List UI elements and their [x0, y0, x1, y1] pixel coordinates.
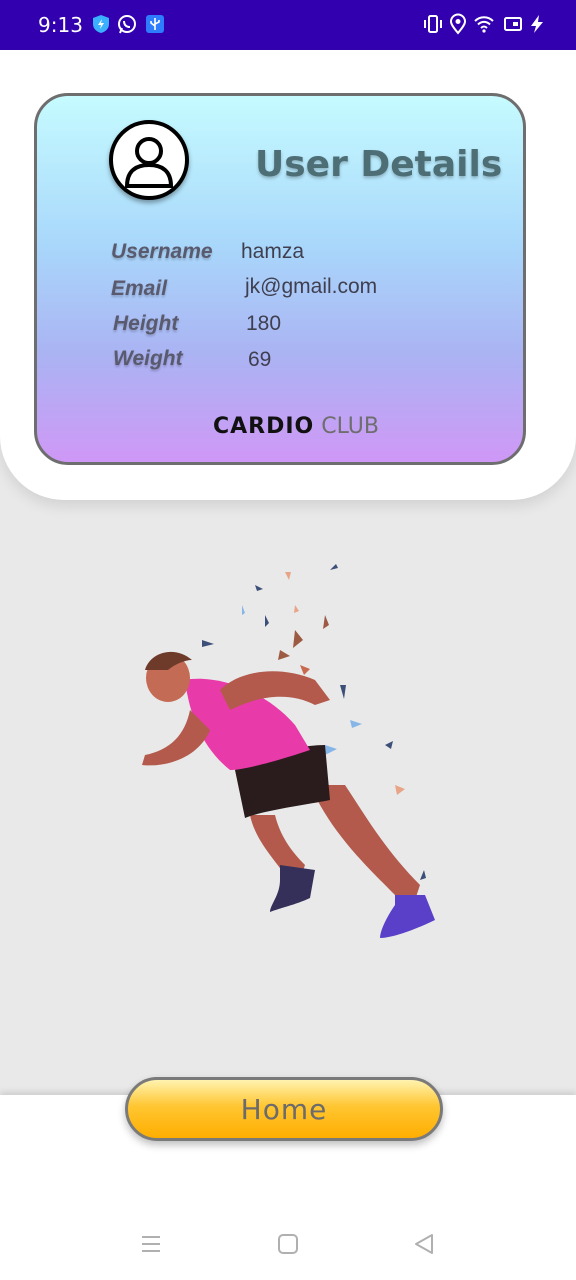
username-label: Username	[111, 240, 213, 263]
brand-logo: CARDIO CLUB	[213, 414, 379, 439]
vibrate-icon	[424, 15, 442, 33]
runner-illustration	[142, 564, 435, 938]
status-time: 9:13	[38, 13, 83, 37]
weight-label: Weight	[113, 347, 183, 370]
home-nav-icon[interactable]	[277, 1233, 299, 1255]
brand-light: CLUB	[321, 414, 379, 439]
email-value: jk@gmail.com	[245, 275, 378, 298]
back-icon[interactable]	[413, 1233, 435, 1255]
recent-apps-icon[interactable]	[140, 1233, 162, 1255]
wifi-icon	[474, 16, 494, 33]
whatsapp-icon	[118, 15, 136, 34]
weight-value: 69	[248, 348, 272, 371]
avatar	[109, 120, 189, 200]
charging-icon	[531, 15, 543, 33]
user-icon	[124, 137, 174, 188]
cast-icon	[504, 17, 522, 31]
status-bar: 9:13	[0, 0, 576, 50]
usb-icon	[146, 15, 164, 33]
height-value: 180	[246, 312, 282, 335]
user-details-card: User Details Username hamza Email jk@gma…	[34, 93, 526, 465]
shield-icon	[93, 15, 109, 33]
username-value: hamza	[241, 240, 305, 263]
location-icon	[449, 13, 467, 35]
card-title: User Details	[255, 144, 503, 185]
email-label: Email	[111, 277, 168, 300]
height-label: Height	[113, 312, 179, 335]
brand-bold: CARDIO	[213, 414, 315, 439]
home-button[interactable]: Home	[125, 1077, 443, 1141]
